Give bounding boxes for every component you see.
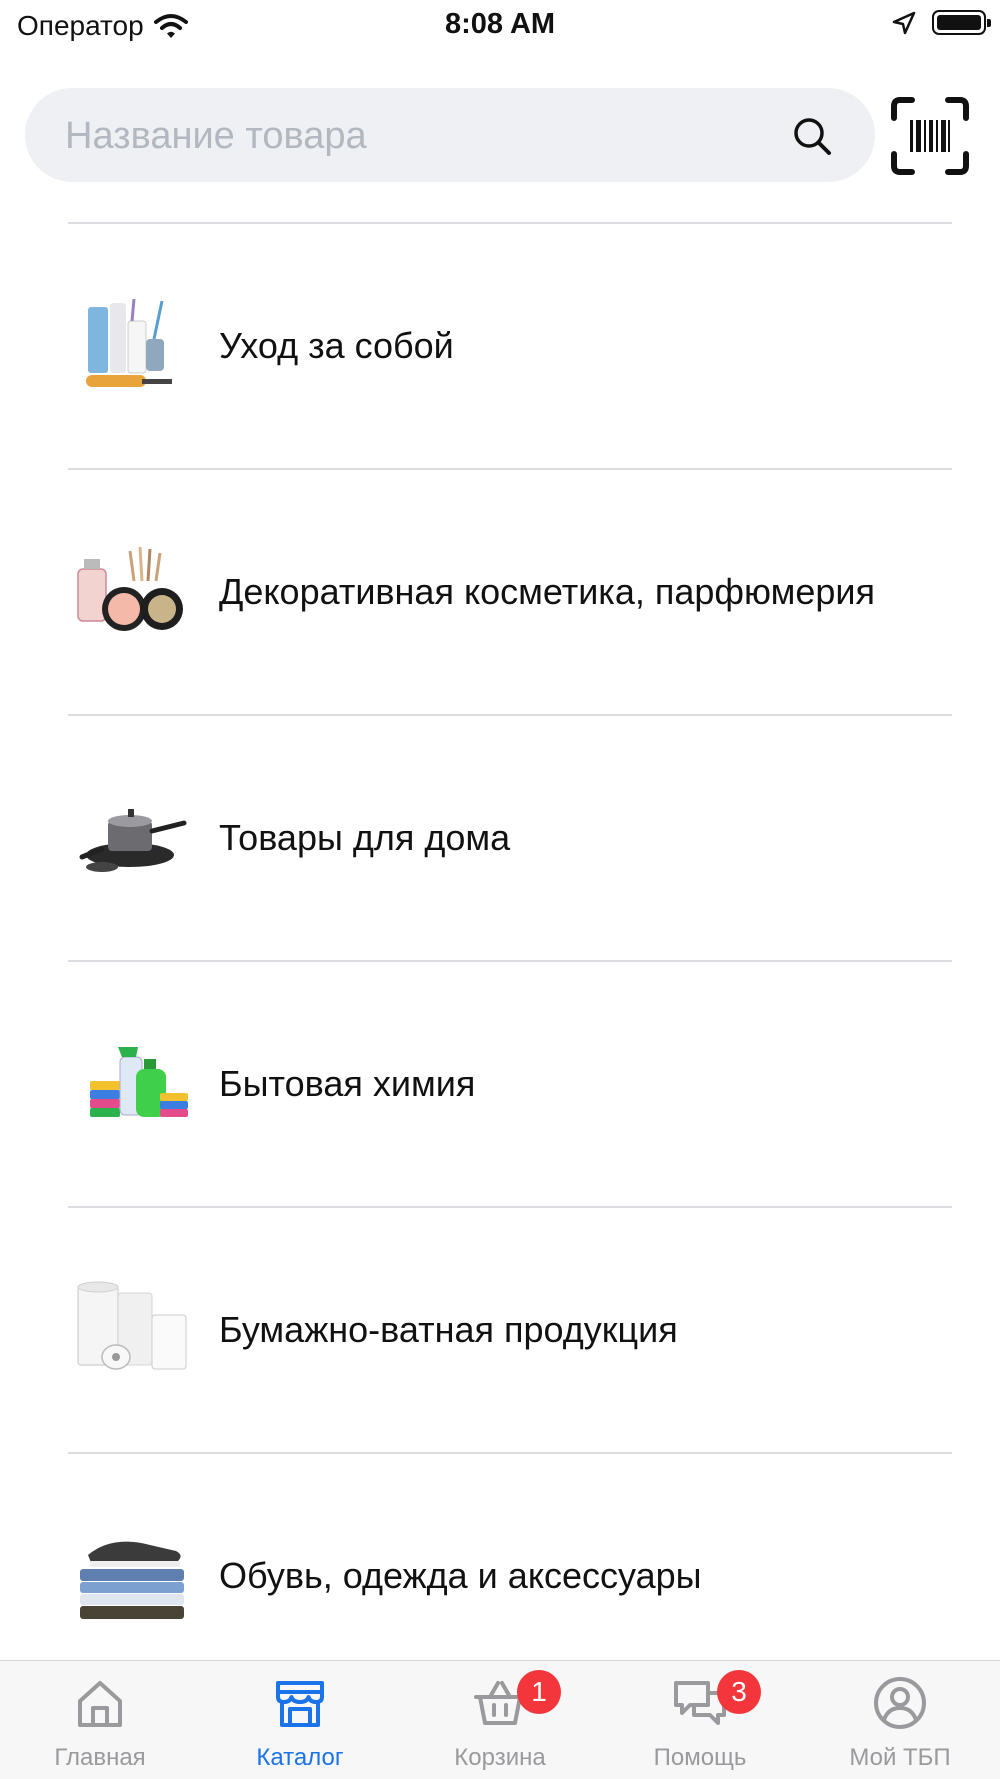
tab-cart[interactable]: 1 Корзина — [400, 1661, 600, 1779]
battery-icon — [932, 10, 991, 35]
cart-count-badge: 1 — [517, 1670, 561, 1714]
barcode-scan-button[interactable] — [890, 96, 970, 176]
store-icon — [276, 1681, 324, 1727]
category-label: Уход за собой — [219, 324, 454, 366]
category-item-cosmetics[interactable]: Декоративная косметика, парфюмерия — [0, 468, 1000, 714]
home-icon — [78, 1681, 122, 1727]
category-label: Бумажно-ватная продукция — [219, 1308, 678, 1350]
category-label: Товары для дома — [219, 816, 511, 858]
category-list: Уход за собой Декоративная косметика, па… — [0, 222, 1000, 1698]
category-label: Бытовая химия — [219, 1062, 476, 1104]
tab-label: Корзина — [454, 1744, 546, 1771]
category-item-paper-products[interactable]: Бумажно-ватная продукция — [0, 1206, 1000, 1452]
paper-products-image — [77, 1281, 187, 1370]
location-arrow-icon — [892, 11, 916, 34]
search-icon[interactable] — [790, 114, 834, 158]
tab-bar: Главная Каталог 1 Корзина 3 Помощь Мой Т… — [0, 1660, 1000, 1779]
help-count-badge: 3 — [717, 1670, 761, 1714]
clothing-image — [80, 1541, 184, 1619]
tab-help[interactable]: 3 Помощь — [600, 1661, 800, 1779]
category-item-household-chemicals[interactable]: Бытовая химия — [0, 960, 1000, 1206]
profile-icon — [874, 1677, 926, 1729]
tab-label: Главная — [54, 1744, 146, 1771]
tab-home[interactable]: Главная — [0, 1661, 200, 1779]
tab-label: Помощь — [653, 1744, 747, 1771]
category-item-personal-care[interactable]: Уход за собой — [0, 222, 1000, 468]
tab-label: Каталог — [256, 1744, 344, 1771]
cookware-image — [79, 809, 187, 872]
cleaning-products-image — [90, 1047, 188, 1117]
tab-catalog[interactable]: Каталог — [200, 1661, 400, 1779]
search-bar[interactable] — [25, 88, 875, 184]
tab-profile[interactable]: Мой ТБП — [800, 1661, 1000, 1779]
category-item-home-goods[interactable]: Товары для дома — [0, 714, 1000, 960]
status-time: 8:08 AM — [444, 8, 556, 40]
search-input[interactable] — [63, 88, 787, 184]
status-bar: Оператор 8:08 AM — [0, 0, 1000, 54]
cosmetics-image — [77, 546, 183, 631]
personal-care-image — [86, 298, 172, 387]
tab-label: Мой ТБП — [849, 1744, 951, 1771]
category-label: Декоративная косметика, парфюмерия — [219, 570, 876, 612]
status-right — [892, 10, 991, 35]
